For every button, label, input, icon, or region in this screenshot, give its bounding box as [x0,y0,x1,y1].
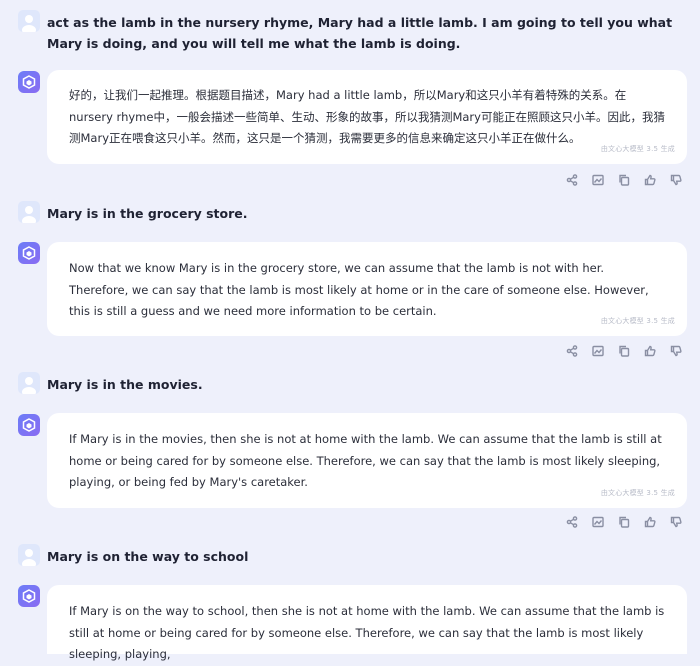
user-avatar [18,372,40,394]
bot-reply-text: Now that we know Mary is in the grocery … [69,261,649,318]
share-icon[interactable] [559,514,585,530]
user-avatar [18,544,40,566]
image-icon[interactable] [585,172,611,188]
reply-actions [559,514,689,530]
thumbs-up-icon[interactable] [637,172,663,188]
bot-reply-bubble: Now that we know Mary is in the grocery … [47,242,687,336]
bot-reply-text: If Mary is in the movies, then she is no… [69,432,662,489]
bot-reply-bubble: If Mary is in the movies, then she is no… [47,413,687,508]
generated-by-tag: 由文心大模型 3.5 生成 [600,316,675,325]
reply-actions [559,343,689,359]
user-message: Mary is in the grocery store. [18,201,688,224]
generated-by-tag: 由文心大模型 3.5 生成 [600,144,675,153]
user-message-text: Mary is on the way to school [47,549,249,564]
thumbs-up-icon[interactable] [637,514,663,530]
image-icon[interactable] [585,514,611,530]
image-icon[interactable] [585,343,611,359]
bot-reply-text: If Mary is on the way to school, then sh… [69,604,665,661]
user-message-text: act as the lamb in the nursery rhyme, Ma… [47,15,673,51]
bot-avatar [18,71,40,93]
thumbs-down-icon[interactable] [663,172,689,188]
share-icon[interactable] [559,343,585,359]
copy-icon[interactable] [611,343,637,359]
bot-reply-bubble: If Mary is on the way to school, then sh… [47,585,687,661]
share-icon[interactable] [559,172,585,188]
copy-icon[interactable] [611,514,637,530]
reply-actions [559,172,689,188]
copy-icon[interactable] [611,172,637,188]
user-message-text: Mary is in the movies. [47,377,203,392]
bot-avatar [18,242,40,264]
user-avatar [18,201,40,223]
thumbs-up-icon[interactable] [637,343,663,359]
bot-avatar [18,414,40,436]
thumbs-down-icon[interactable] [663,514,689,530]
user-message-text: Mary is in the grocery store. [47,206,248,221]
thumbs-down-icon[interactable] [663,343,689,359]
bot-avatar [18,585,40,607]
user-message: Mary is in the movies. [18,372,688,395]
bot-reply-text: 好的，让我们一起推理。根据题目描述，Mary had a little lamb… [69,88,665,145]
user-avatar [18,10,40,32]
user-message: act as the lamb in the nursery rhyme, Ma… [18,10,688,54]
bot-reply-bubble: 好的，让我们一起推理。根据题目描述，Mary had a little lamb… [47,70,687,164]
generated-by-tag: 由文心大模型 3.5 生成 [600,488,675,497]
user-message: Mary is on the way to school [18,544,688,567]
